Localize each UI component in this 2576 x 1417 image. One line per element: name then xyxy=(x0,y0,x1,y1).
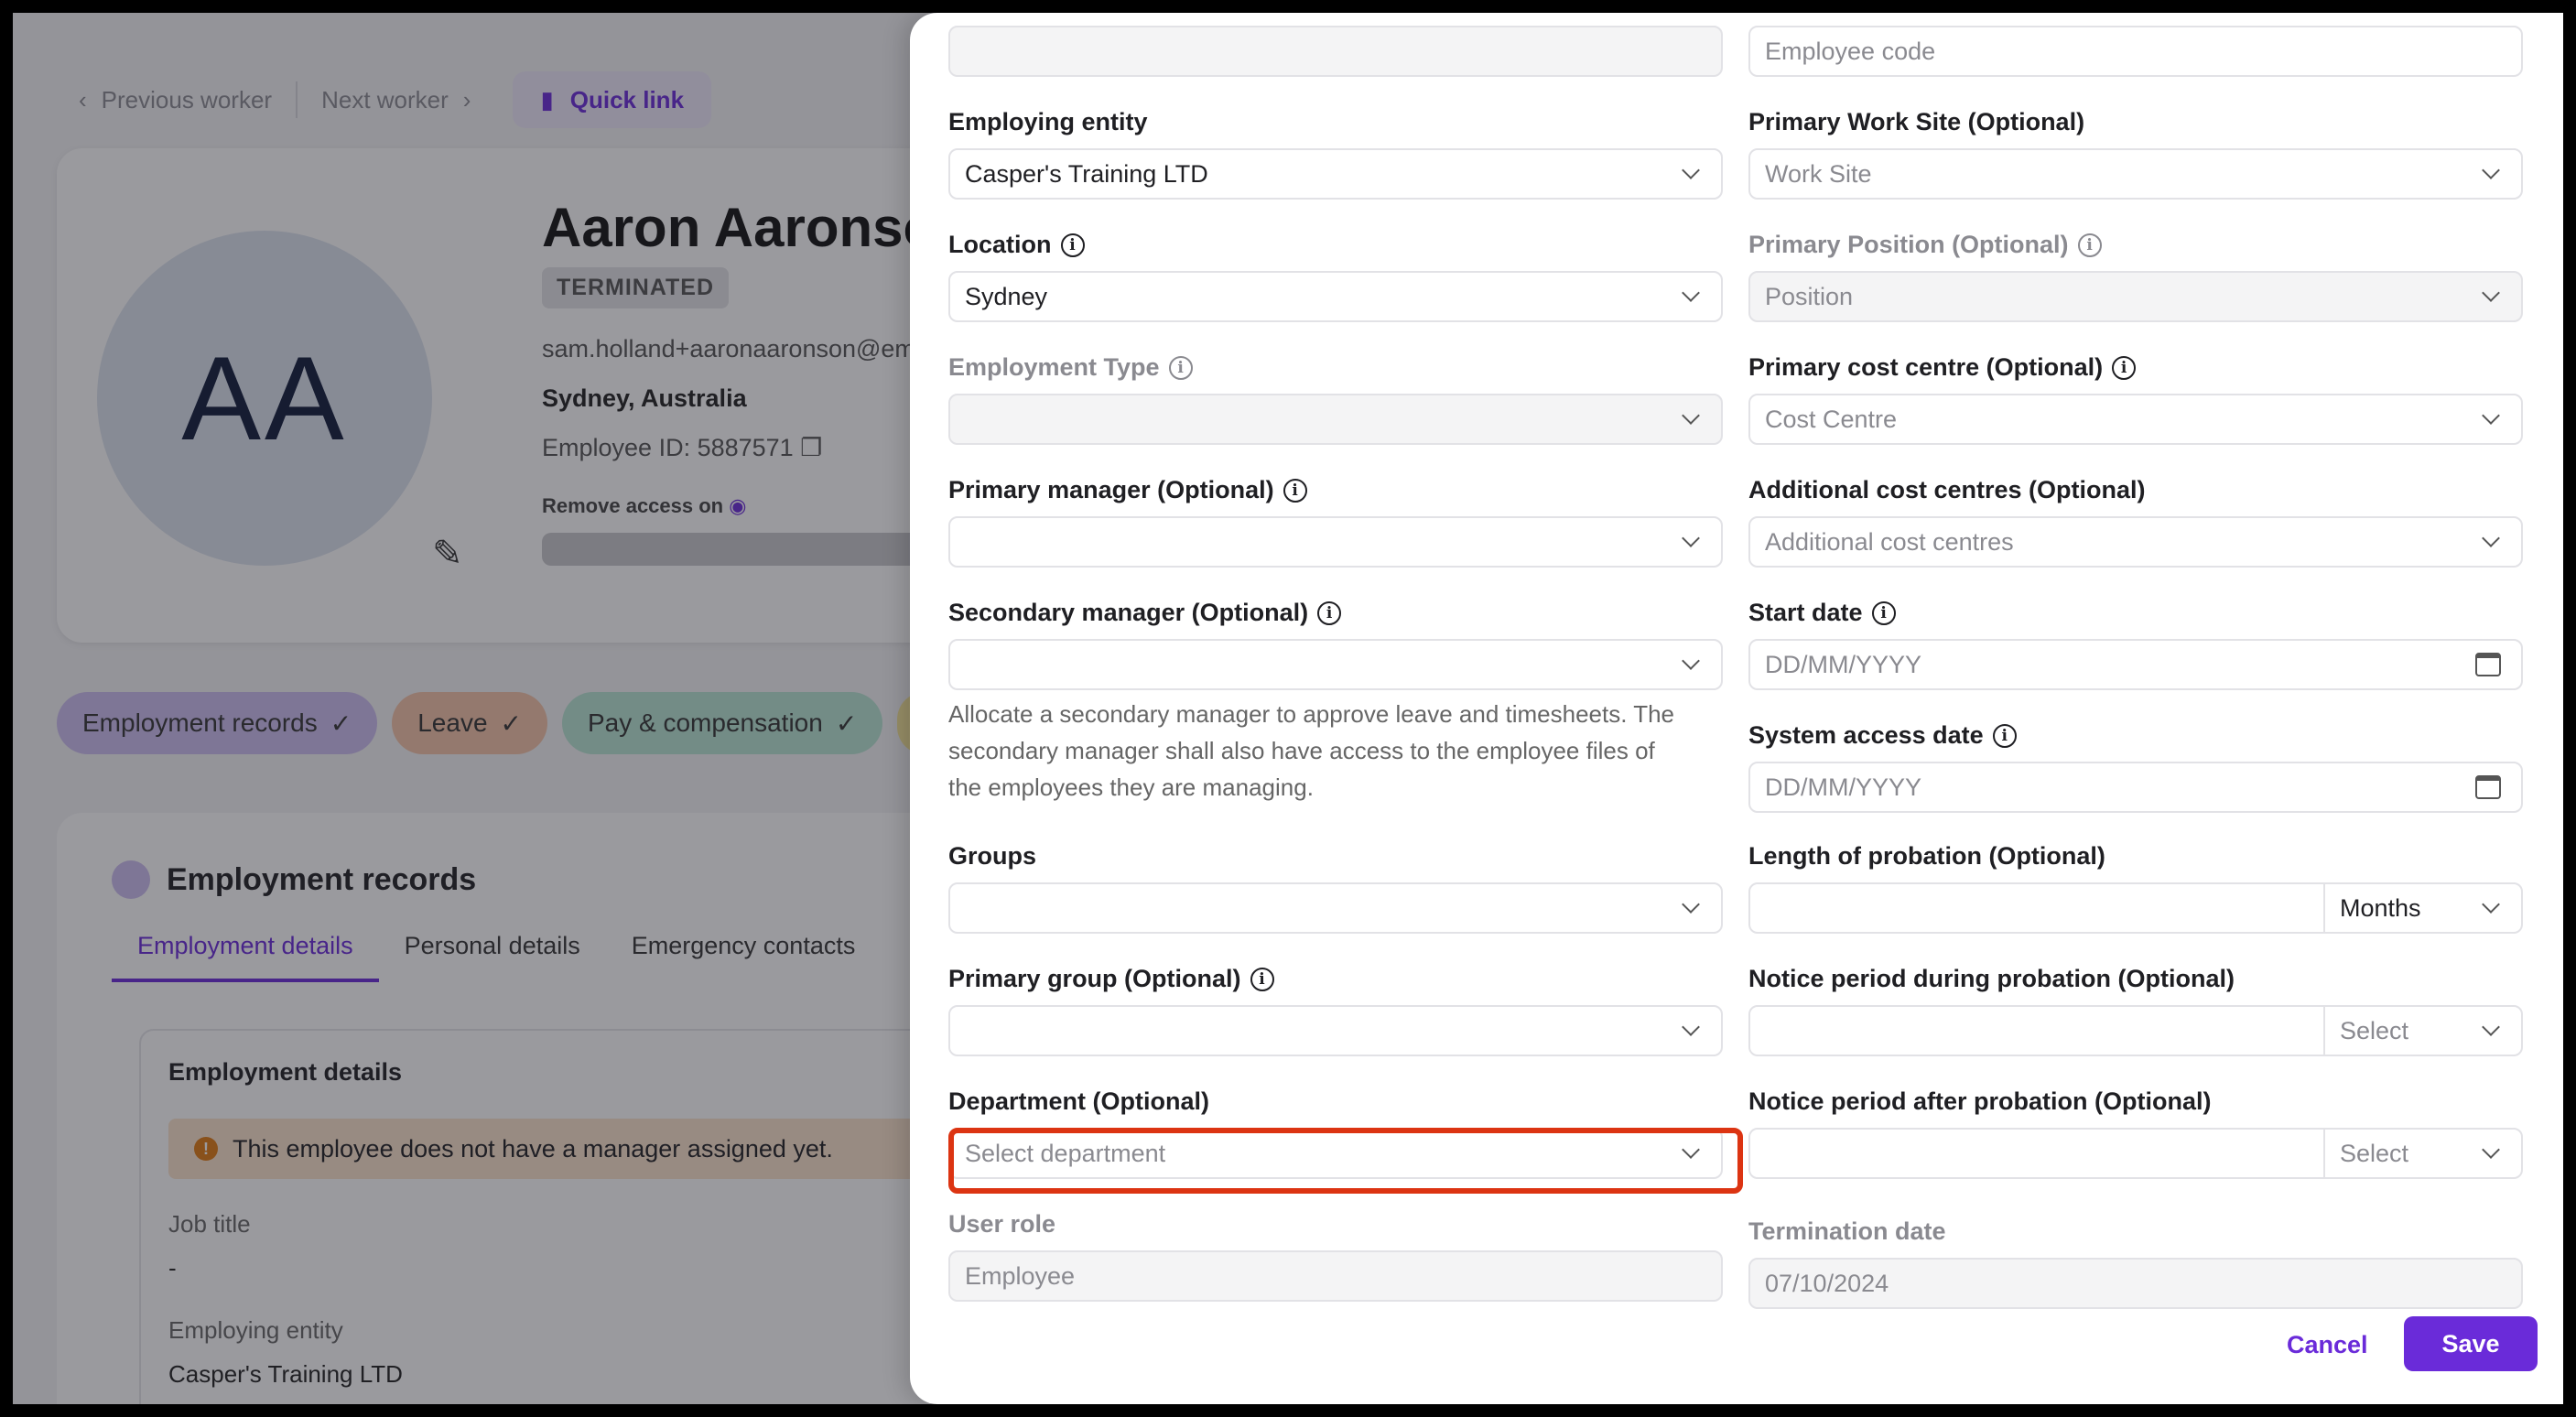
info-icon[interactable]: i xyxy=(1060,233,1085,257)
info-icon[interactable]: i xyxy=(1317,600,1342,625)
primary-group-label: Primary group (Optional) i xyxy=(948,965,1274,993)
additional-cost-centres-label: Additional cost centres (Optional) xyxy=(1748,476,2146,503)
info-icon[interactable]: i xyxy=(2112,355,2137,380)
work-site-select[interactable]: Work Site xyxy=(1748,148,2523,200)
secondary-manager-helper: Allocate a secondary manager to approve … xyxy=(948,700,1674,801)
work-site-label: Primary Work Site (Optional) xyxy=(1748,108,2085,135)
department-highlight xyxy=(948,1128,1743,1194)
chevron-down-icon xyxy=(1682,652,1700,670)
info-icon[interactable]: i xyxy=(1283,478,1307,503)
user-role-label: User role xyxy=(948,1210,1056,1238)
info-icon[interactable]: i xyxy=(1992,723,2017,748)
probation-length-label: Length of probation (Optional) xyxy=(1748,842,2105,870)
save-button[interactable]: Save xyxy=(2404,1316,2538,1371)
chevron-down-icon xyxy=(1682,406,1700,425)
chevron-down-icon xyxy=(2482,1018,2500,1036)
employment-type-label: Employment Type i xyxy=(948,353,1193,382)
primary-group-select[interactable] xyxy=(948,1005,1723,1056)
employee-code-input[interactable]: Employee code xyxy=(1748,26,2523,77)
calendar-icon[interactable] xyxy=(2475,775,2501,799)
cancel-button[interactable]: Cancel xyxy=(2287,1331,2368,1359)
groups-label: Groups xyxy=(948,842,1037,870)
cost-centre-select[interactable]: Cost Centre xyxy=(1748,394,2523,445)
info-icon[interactable]: i xyxy=(1250,967,1274,991)
secondary-manager-select[interactable] xyxy=(948,639,1723,690)
notice-after-label: Notice period after probation (Optional) xyxy=(1748,1087,2212,1115)
chevron-down-icon xyxy=(2482,895,2500,914)
probation-length-input[interactable]: Months xyxy=(1748,882,2523,934)
system-access-date-label: System access date i xyxy=(1748,721,2017,750)
chevron-down-icon xyxy=(1682,895,1700,914)
user-role-field: Employee xyxy=(948,1250,1723,1302)
cost-centre-label: Primary cost centre (Optional) i xyxy=(1748,353,2137,382)
employing-entity-label: Employing entity xyxy=(948,108,1148,135)
termination-date-label: Termination date xyxy=(1748,1217,1946,1245)
groups-select[interactable] xyxy=(948,882,1723,934)
location-label: Location i xyxy=(948,231,1085,259)
edit-employment-panel: Employing entity Casper's Training LTD L… xyxy=(910,13,2563,1404)
chevron-down-icon xyxy=(2482,529,2500,547)
app-frame: ‹ Previous worker Next worker › ▮ Quick … xyxy=(13,13,2563,1404)
probation-unit-select[interactable]: Months xyxy=(2323,884,2521,932)
employing-entity-select[interactable]: Casper's Training LTD xyxy=(948,148,1723,200)
chevron-down-icon xyxy=(2482,284,2500,302)
chevron-down-icon xyxy=(2482,406,2500,425)
system-access-date-input[interactable]: DD/MM/YYYY xyxy=(1748,762,2523,813)
location-select[interactable]: Sydney xyxy=(948,271,1723,322)
info-icon[interactable]: i xyxy=(1168,355,1193,380)
additional-cost-centres-select[interactable]: Additional cost centres xyxy=(1748,516,2523,568)
position-select: Position xyxy=(1748,271,2523,322)
chevron-down-icon xyxy=(1682,161,1700,179)
info-icon[interactable]: i xyxy=(2077,233,2102,257)
calendar-icon[interactable] xyxy=(2475,653,2501,676)
top-left-field xyxy=(948,26,1723,77)
chevron-down-icon xyxy=(2482,161,2500,179)
department-label: Department (Optional) xyxy=(948,1087,1210,1115)
chevron-down-icon xyxy=(1682,284,1700,302)
notice-after-unit-select[interactable]: Select xyxy=(2323,1130,2521,1177)
position-label: Primary Position (Optional) i xyxy=(1748,231,2102,259)
notice-during-input[interactable]: Select xyxy=(1748,1005,2523,1056)
notice-during-label: Notice period during probation (Optional… xyxy=(1748,965,2235,992)
info-icon[interactable]: i xyxy=(1871,600,1896,625)
primary-manager-select[interactable] xyxy=(948,516,1723,568)
termination-date-field: 07/10/2024 xyxy=(1748,1258,2523,1309)
start-date-label: Start date i xyxy=(1748,599,1896,627)
start-date-input[interactable]: DD/MM/YYYY xyxy=(1748,639,2523,690)
primary-manager-label: Primary manager (Optional) i xyxy=(948,476,1307,504)
notice-after-input[interactable]: Select xyxy=(1748,1128,2523,1179)
chevron-down-icon xyxy=(2482,1141,2500,1159)
secondary-manager-label: Secondary manager (Optional) i xyxy=(948,599,1342,627)
chevron-down-icon xyxy=(1682,1018,1700,1036)
employment-type-select xyxy=(948,394,1723,445)
notice-during-unit-select[interactable]: Select xyxy=(2323,1007,2521,1055)
chevron-down-icon xyxy=(1682,529,1700,547)
